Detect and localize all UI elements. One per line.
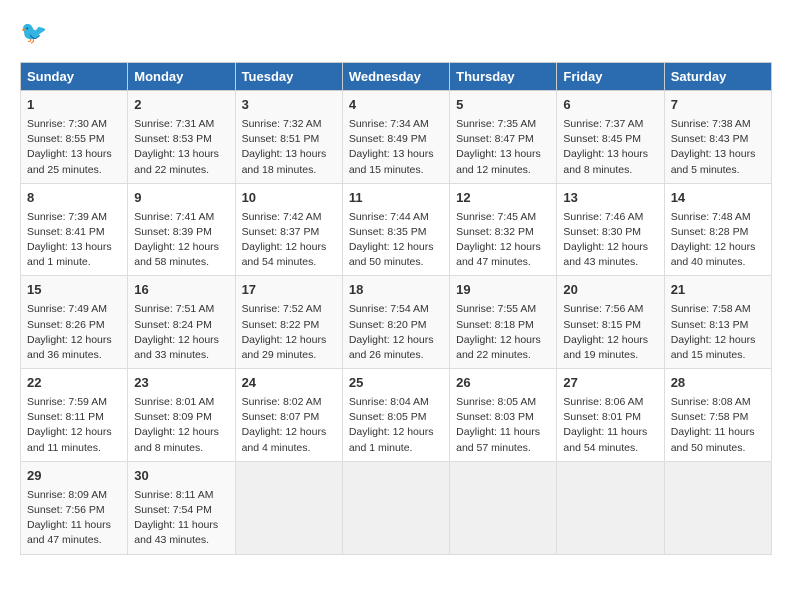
calendar-cell: 1Sunrise: 7:30 AMSunset: 8:55 PMDaylight… [21, 91, 128, 184]
day-of-week-header: Friday [557, 63, 664, 91]
calendar-cell: 25Sunrise: 8:04 AMSunset: 8:05 PMDayligh… [342, 369, 449, 462]
day-of-week-header: Tuesday [235, 63, 342, 91]
day-number: 8 [27, 189, 121, 208]
calendar-cell: 20Sunrise: 7:56 AMSunset: 8:15 PMDayligh… [557, 276, 664, 369]
page-header: 🐦 [20, 20, 772, 46]
day-number: 15 [27, 281, 121, 300]
day-number: 14 [671, 189, 765, 208]
day-number: 27 [563, 374, 657, 393]
calendar-week-row: 8Sunrise: 7:39 AMSunset: 8:41 PMDaylight… [21, 183, 772, 276]
calendar-cell: 8Sunrise: 7:39 AMSunset: 8:41 PMDaylight… [21, 183, 128, 276]
day-of-week-header: Wednesday [342, 63, 449, 91]
calendar-cell: 30Sunrise: 8:11 AMSunset: 7:54 PMDayligh… [128, 461, 235, 554]
day-number: 2 [134, 96, 228, 115]
logo-icon: 🐦 [20, 20, 47, 46]
calendar-cell: 2Sunrise: 7:31 AMSunset: 8:53 PMDaylight… [128, 91, 235, 184]
day-number: 5 [456, 96, 550, 115]
calendar-cell: 29Sunrise: 8:09 AMSunset: 7:56 PMDayligh… [21, 461, 128, 554]
day-number: 12 [456, 189, 550, 208]
day-number: 13 [563, 189, 657, 208]
calendar-cell [664, 461, 771, 554]
calendar-cell: 14Sunrise: 7:48 AMSunset: 8:28 PMDayligh… [664, 183, 771, 276]
calendar-week-row: 15Sunrise: 7:49 AMSunset: 8:26 PMDayligh… [21, 276, 772, 369]
day-number: 24 [242, 374, 336, 393]
day-number: 29 [27, 467, 121, 486]
calendar-cell: 28Sunrise: 8:08 AMSunset: 7:58 PMDayligh… [664, 369, 771, 462]
day-number: 21 [671, 281, 765, 300]
calendar-cell: 16Sunrise: 7:51 AMSunset: 8:24 PMDayligh… [128, 276, 235, 369]
calendar-cell: 11Sunrise: 7:44 AMSunset: 8:35 PMDayligh… [342, 183, 449, 276]
day-number: 16 [134, 281, 228, 300]
calendar-cell: 6Sunrise: 7:37 AMSunset: 8:45 PMDaylight… [557, 91, 664, 184]
calendar-header-row: SundayMondayTuesdayWednesdayThursdayFrid… [21, 63, 772, 91]
calendar-cell: 5Sunrise: 7:35 AMSunset: 8:47 PMDaylight… [450, 91, 557, 184]
calendar-cell [557, 461, 664, 554]
day-number: 23 [134, 374, 228, 393]
day-number: 3 [242, 96, 336, 115]
day-number: 7 [671, 96, 765, 115]
day-number: 20 [563, 281, 657, 300]
calendar-cell: 26Sunrise: 8:05 AMSunset: 8:03 PMDayligh… [450, 369, 557, 462]
calendar-cell: 19Sunrise: 7:55 AMSunset: 8:18 PMDayligh… [450, 276, 557, 369]
day-number: 4 [349, 96, 443, 115]
day-number: 30 [134, 467, 228, 486]
calendar-cell: 4Sunrise: 7:34 AMSunset: 8:49 PMDaylight… [342, 91, 449, 184]
logo: 🐦 [20, 20, 51, 46]
day-number: 11 [349, 189, 443, 208]
calendar-cell: 13Sunrise: 7:46 AMSunset: 8:30 PMDayligh… [557, 183, 664, 276]
calendar-cell: 9Sunrise: 7:41 AMSunset: 8:39 PMDaylight… [128, 183, 235, 276]
calendar-cell: 7Sunrise: 7:38 AMSunset: 8:43 PMDaylight… [664, 91, 771, 184]
calendar-cell: 12Sunrise: 7:45 AMSunset: 8:32 PMDayligh… [450, 183, 557, 276]
day-of-week-header: Sunday [21, 63, 128, 91]
calendar-cell: 22Sunrise: 7:59 AMSunset: 8:11 PMDayligh… [21, 369, 128, 462]
calendar-cell: 24Sunrise: 8:02 AMSunset: 8:07 PMDayligh… [235, 369, 342, 462]
day-of-week-header: Thursday [450, 63, 557, 91]
calendar-cell: 15Sunrise: 7:49 AMSunset: 8:26 PMDayligh… [21, 276, 128, 369]
calendar-cell: 3Sunrise: 7:32 AMSunset: 8:51 PMDaylight… [235, 91, 342, 184]
calendar-cell: 18Sunrise: 7:54 AMSunset: 8:20 PMDayligh… [342, 276, 449, 369]
day-number: 18 [349, 281, 443, 300]
calendar-cell [450, 461, 557, 554]
day-number: 17 [242, 281, 336, 300]
day-number: 1 [27, 96, 121, 115]
day-number: 28 [671, 374, 765, 393]
calendar-cell: 21Sunrise: 7:58 AMSunset: 8:13 PMDayligh… [664, 276, 771, 369]
day-number: 22 [27, 374, 121, 393]
calendar-cell: 17Sunrise: 7:52 AMSunset: 8:22 PMDayligh… [235, 276, 342, 369]
calendar-week-row: 29Sunrise: 8:09 AMSunset: 7:56 PMDayligh… [21, 461, 772, 554]
calendar-cell: 27Sunrise: 8:06 AMSunset: 8:01 PMDayligh… [557, 369, 664, 462]
day-number: 19 [456, 281, 550, 300]
calendar-table: SundayMondayTuesdayWednesdayThursdayFrid… [20, 62, 772, 555]
calendar-cell [342, 461, 449, 554]
day-of-week-header: Monday [128, 63, 235, 91]
day-number: 26 [456, 374, 550, 393]
calendar-body: 1Sunrise: 7:30 AMSunset: 8:55 PMDaylight… [21, 91, 772, 555]
calendar-cell: 23Sunrise: 8:01 AMSunset: 8:09 PMDayligh… [128, 369, 235, 462]
day-number: 9 [134, 189, 228, 208]
day-number: 10 [242, 189, 336, 208]
calendar-week-row: 1Sunrise: 7:30 AMSunset: 8:55 PMDaylight… [21, 91, 772, 184]
day-number: 6 [563, 96, 657, 115]
calendar-week-row: 22Sunrise: 7:59 AMSunset: 8:11 PMDayligh… [21, 369, 772, 462]
day-of-week-header: Saturday [664, 63, 771, 91]
calendar-cell [235, 461, 342, 554]
day-number: 25 [349, 374, 443, 393]
calendar-cell: 10Sunrise: 7:42 AMSunset: 8:37 PMDayligh… [235, 183, 342, 276]
